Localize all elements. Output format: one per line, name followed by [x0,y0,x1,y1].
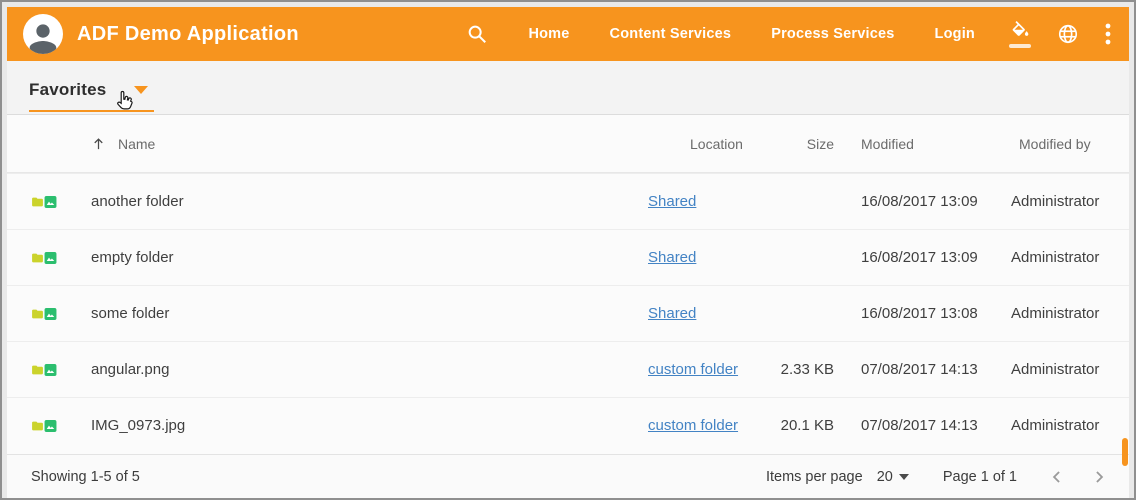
nav-item-content-services[interactable]: Content Services [610,26,732,42]
image-file-icon [44,413,57,439]
location-link[interactable]: Shared [648,193,696,210]
modified-date: 07/08/2017 14:13 [861,361,979,378]
size-column-header[interactable]: Size [776,136,834,152]
modified-date: 07/08/2017 14:13 [861,417,979,434]
location-link[interactable]: Shared [648,249,696,266]
folder-icon [31,413,44,439]
file-name: IMG_0973.jpg [91,417,648,434]
chevron-down-icon [899,474,909,480]
modified-date: 16/08/2017 13:08 [861,305,979,322]
file-name: empty folder [91,249,648,266]
nav-item-home[interactable]: Home [528,26,569,42]
adf-app: ADF Demo Application Home Content Servic… [7,7,1129,498]
page-nav [1047,467,1109,487]
folder-icon [31,245,44,271]
next-page-icon[interactable] [1089,467,1109,487]
folder-icon [31,357,44,383]
chevron-down-icon [134,86,148,94]
nav-item-process-services[interactable]: Process Services [771,26,894,42]
file-type-icon [31,301,57,327]
file-name: angular.png [91,361,648,378]
favorites-dropdown[interactable]: Favorites [29,80,154,112]
document-list: Name Location Size Modified Modified by … [7,115,1129,454]
modified-date: 16/08/2017 13:09 [861,193,979,210]
more-options-kebab-icon[interactable] [1105,23,1111,45]
table-row[interactable]: angular.png custom folder 2.33 KB 07/08/… [7,341,1129,397]
table-header-row: Name Location Size Modified Modified by [7,115,1129,173]
image-file-icon [44,301,57,327]
file-size: 2.33 KB [776,361,834,378]
theme-color-indicator [1009,44,1031,48]
modified-by: Administrator [1011,305,1121,322]
modified-column-header[interactable]: Modified [861,136,979,152]
file-name: another folder [91,193,648,210]
previous-page-icon[interactable] [1047,467,1067,487]
sort-ascending-arrow-icon [91,136,106,151]
app-header: ADF Demo Application Home Content Servic… [7,7,1129,61]
scrollbar-thumb[interactable] [1122,438,1128,466]
theme-picker-icon[interactable] [1009,21,1031,48]
modified-by: Administrator [1011,249,1121,266]
location-link[interactable]: custom folder [648,417,738,434]
person-icon [26,20,60,54]
location-column-header[interactable]: Location [648,136,776,152]
modified-by: Administrator [1011,193,1121,210]
view-selector-bar: Favorites [7,61,1129,115]
top-navigation: Home Content Services Process Services L… [466,23,975,45]
file-name: some folder [91,305,648,322]
location-link[interactable]: Shared [648,305,696,322]
table-row[interactable]: some folder Shared 16/08/2017 13:08 Admi… [7,285,1129,341]
modified-by: Administrator [1011,361,1121,378]
paginator: Showing 1-5 of 5 Items per page 20 Page … [7,454,1129,498]
modified-by-column-header[interactable]: Modified by [1011,136,1121,152]
file-size: 20.1 KB [776,417,834,434]
browser-frame: ADF Demo Application Home Content Servic… [0,0,1136,500]
image-file-icon [44,245,57,271]
table-row[interactable]: empty folder Shared 16/08/2017 13:09 Adm… [7,229,1129,285]
avatar[interactable] [23,14,63,54]
modified-date: 16/08/2017 13:09 [861,249,979,266]
page-status: Page 1 of 1 [943,469,1017,485]
image-file-icon [44,357,57,383]
folder-icon [31,189,44,215]
search-icon[interactable] [466,23,488,45]
nav-item-login[interactable]: Login [935,26,975,42]
items-per-page-label: Items per page [766,469,863,485]
name-column-header[interactable]: Name [91,136,648,152]
app-title: ADF Demo Application [77,23,299,46]
table-body: another folder Shared 16/08/2017 13:09 A… [7,173,1129,453]
file-type-icon [31,189,57,215]
file-type-icon [31,413,57,439]
location-link[interactable]: custom folder [648,361,738,378]
language-globe-icon[interactable] [1057,23,1079,45]
file-type-icon [31,245,57,271]
range-label: Showing 1-5 of 5 [31,469,140,485]
table-row[interactable]: another folder Shared 16/08/2017 13:09 A… [7,173,1129,229]
modified-by: Administrator [1011,417,1121,434]
paginator-controls: Items per page 20 Page 1 of 1 [766,467,1109,487]
table-row[interactable]: IMG_0973.jpg custom folder 20.1 KB 07/08… [7,397,1129,453]
folder-icon [31,301,44,327]
favorites-title: Favorites [29,80,106,100]
mouse-hand-cursor [113,88,137,114]
header-action-icons [1009,21,1111,48]
file-type-icon [31,357,57,383]
image-file-icon [44,189,57,215]
items-per-page-select[interactable]: 20 [877,469,909,485]
